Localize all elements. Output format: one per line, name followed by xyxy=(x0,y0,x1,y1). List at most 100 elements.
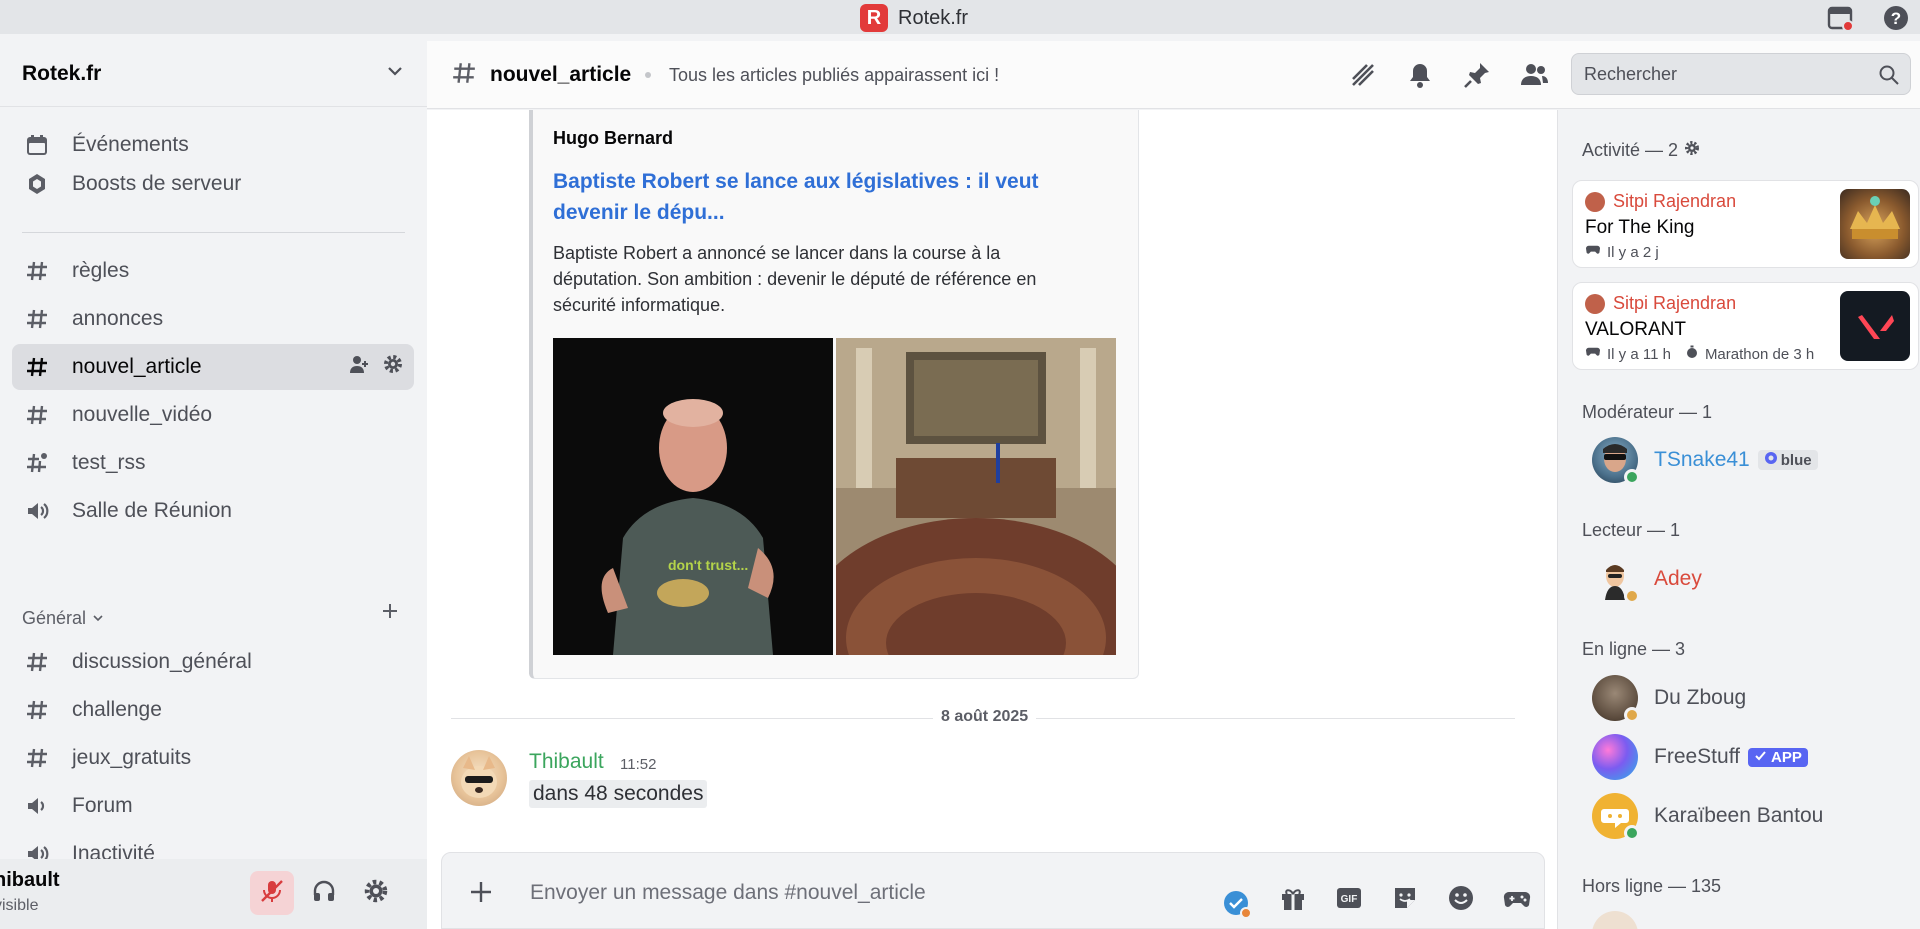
calendar-icon xyxy=(22,133,52,157)
user-name[interactable]: hibault xyxy=(0,869,60,892)
embed-title-link[interactable]: Baptiste Robert se lance aux législative… xyxy=(553,166,1113,228)
activity-card[interactable]: Sitpi Rajendran For The King Il y a 2 j xyxy=(1572,180,1919,268)
offline-header: Hors ligne — 135 xyxy=(1582,876,1721,897)
members-icon[interactable] xyxy=(1518,59,1550,96)
sidebar-item-challenge[interactable]: challenge xyxy=(12,687,414,733)
message-author[interactable]: Thibault xyxy=(529,750,604,774)
member-item[interactable]: Adey xyxy=(1592,555,1702,604)
game-artwork xyxy=(1840,189,1910,259)
member-item[interactable]: Du Zboug xyxy=(1592,674,1747,723)
sidebar-item-nouvelle-video[interactable]: nouvelle_vidéo xyxy=(12,392,414,438)
reader-header: Lecteur — 1 xyxy=(1582,520,1680,541)
app-badge-label: APP xyxy=(1771,748,1802,766)
user-panel: hibault visible xyxy=(0,859,427,929)
hash-icon xyxy=(451,59,477,92)
embed-image-assembly[interactable] xyxy=(836,338,1116,655)
checkmark-icon xyxy=(1754,749,1767,766)
avatar xyxy=(1592,675,1640,723)
add-attachment-icon[interactable] xyxy=(466,877,496,912)
activity-user-name: Sitpi Rajendran xyxy=(1613,191,1737,211)
sidebar-item-label: Salle de Réunion xyxy=(72,499,232,522)
hash-icon xyxy=(22,746,52,770)
sidebar-item-forum[interactable]: Forum xyxy=(12,783,414,829)
member-tag: blue xyxy=(1757,450,1818,470)
avatar xyxy=(1592,556,1640,604)
svg-text:?: ? xyxy=(1891,9,1901,28)
gif-icon[interactable]: GIF xyxy=(1334,883,1364,918)
chevron-down-icon[interactable] xyxy=(385,61,405,86)
sidebar-item-boosts[interactable]: Boosts de serveur xyxy=(12,161,414,207)
hash-icon xyxy=(22,698,52,722)
channel-sidebar: Rotek.fr Événements Boosts de serveur rè… xyxy=(0,41,427,929)
gear-icon[interactable] xyxy=(1684,140,1700,161)
sidebar-item-label: test_rss xyxy=(72,451,146,474)
section-label: Modérateur — 1 xyxy=(1582,402,1713,422)
inbox-icon[interactable] xyxy=(1826,4,1854,32)
date-divider-label: 8 août 2025 xyxy=(933,708,1037,726)
mute-button[interactable] xyxy=(250,871,294,915)
sidebar-item-jeux-gratuits[interactable]: jeux_gratuits xyxy=(12,735,414,781)
gift-icon[interactable] xyxy=(1278,883,1308,918)
member-name: FreeStuff xyxy=(1654,745,1740,768)
search-input[interactable]: Rechercher xyxy=(1571,53,1911,95)
member-item[interactable] xyxy=(1592,910,1638,929)
help-icon[interactable]: ? xyxy=(1882,4,1910,32)
add-channel-icon[interactable] xyxy=(380,601,400,626)
gif-label: GIF xyxy=(1341,894,1358,905)
verified-badge-icon[interactable] xyxy=(1222,889,1252,924)
category-general[interactable]: Général xyxy=(22,608,104,629)
online-status-icon xyxy=(1624,825,1640,841)
activity-user[interactable]: Sitpi Rajendran xyxy=(1585,191,1736,212)
sidebar-item-discussion[interactable]: discussion_général xyxy=(12,639,414,685)
sidebar-item-label: règles xyxy=(72,259,130,282)
threads-icon[interactable] xyxy=(1347,59,1379,96)
channel-topic[interactable]: Tous les articles publiés appairassent i… xyxy=(669,65,999,86)
activity-card[interactable]: Sitpi Rajendran VALORANT Il y a 11 h Mar… xyxy=(1572,282,1919,370)
voice-icon xyxy=(22,499,52,523)
idle-status-icon xyxy=(1624,707,1640,723)
user-settings-button[interactable] xyxy=(354,871,398,915)
member-item[interactable]: Karaïbeen Bantou xyxy=(1592,792,1823,841)
pin-icon[interactable] xyxy=(1461,59,1493,96)
sidebar-item-regles[interactable]: règles xyxy=(12,248,414,294)
chevron-down-icon xyxy=(92,608,104,629)
activity-user[interactable]: Sitpi Rajendran xyxy=(1585,293,1736,314)
gear-icon[interactable] xyxy=(382,353,404,381)
member-name: Du Zboug xyxy=(1654,686,1747,709)
separator-dot xyxy=(645,72,651,78)
deafen-button[interactable] xyxy=(302,871,346,915)
sidebar-item-annonces[interactable]: annonces xyxy=(12,296,414,342)
search-icon xyxy=(1879,65,1899,85)
sidebar-item-nouvel-article[interactable]: nouvel_article xyxy=(12,344,414,390)
embed-image-speaker[interactable]: don't trust... xyxy=(553,338,833,655)
boost-icon xyxy=(22,172,52,196)
bell-icon[interactable] xyxy=(1404,59,1436,96)
member-name: TSnake41 xyxy=(1654,448,1750,471)
activity-game: VALORANT xyxy=(1585,319,1687,340)
title-bar: R Rotek.fr ? xyxy=(0,0,1920,34)
hash-icon xyxy=(22,650,52,674)
server-header[interactable]: Rotek.fr xyxy=(0,41,427,107)
sidebar-item-salle-reunion[interactable]: Salle de Réunion xyxy=(12,488,414,534)
window-title-group: R Rotek.fr xyxy=(860,4,968,32)
gamepad-icon[interactable] xyxy=(1502,883,1532,918)
member-item[interactable]: TSnake41 blue xyxy=(1592,436,1818,485)
sidebar-item-label: nouvelle_vidéo xyxy=(72,403,213,426)
voice-icon xyxy=(22,794,52,818)
member-item[interactable]: FreeStuff APP xyxy=(1592,733,1808,781)
divider xyxy=(22,232,405,233)
microphone-muted-icon xyxy=(259,878,285,909)
emoji-icon[interactable] xyxy=(1446,883,1476,918)
sticker-icon[interactable] xyxy=(1390,883,1420,918)
section-label: Lecteur — 1 xyxy=(1582,520,1681,540)
activity-time: Il y a 11 h xyxy=(1607,345,1671,363)
app-logo: R xyxy=(860,4,888,32)
hash-icon xyxy=(22,307,52,331)
message-area: Hugo Bernard Baptiste Robert se lance au… xyxy=(427,110,1557,929)
avatar xyxy=(1585,293,1605,314)
user-status: visible xyxy=(0,897,39,914)
invite-icon[interactable] xyxy=(348,353,370,381)
message-composer[interactable]: Envoyer un message dans #nouvel_article … xyxy=(441,852,1545,929)
avatar[interactable] xyxy=(451,750,507,806)
sidebar-item-test-rss[interactable]: test_rss xyxy=(12,440,414,486)
